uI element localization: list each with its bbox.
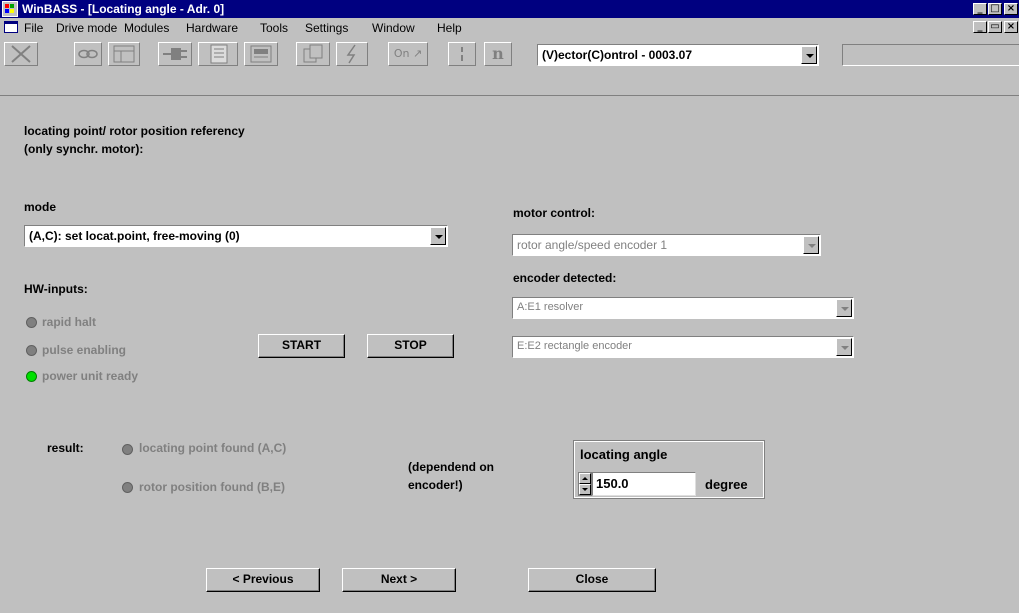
rapid-halt-label: rapid halt (42, 315, 97, 329)
result-label: result: (47, 441, 84, 455)
motor-control-value: rotor angle/speed encoder 1 (517, 238, 668, 252)
encoder-a-select: A:E1 resolver (512, 297, 854, 319)
n-icon[interactable]: n (484, 42, 512, 66)
module-icon[interactable] (108, 42, 140, 66)
separator-icon[interactable] (448, 42, 476, 66)
close-button[interactable]: × (1004, 3, 1018, 15)
hw-inputs-label: HW-inputs: (24, 282, 88, 296)
start-button[interactable]: START (258, 334, 345, 358)
mdi-minimize-button[interactable]: _ (973, 21, 987, 33)
locating-point-found-label: locating point found (A,C) (139, 441, 287, 455)
encoder-e-select: E:E2 rectangle encoder (512, 336, 854, 358)
plug-icon[interactable] (158, 42, 192, 66)
n-label: n (492, 44, 504, 63)
angle-spinner[interactable] (578, 472, 592, 496)
encoder-detected-label: encoder detected: (513, 271, 617, 285)
control-select[interactable]: (V)ector(C)ontrol - 0003.07 (537, 44, 819, 66)
pulse-enabling-indicator-icon (26, 345, 37, 356)
spin-up-icon[interactable] (579, 473, 591, 484)
terminal-icon[interactable] (244, 42, 278, 66)
encoder-e-value: E:E2 rectangle encoder (517, 340, 632, 352)
link-icon[interactable] (74, 42, 102, 66)
locating-point-indicator-icon (122, 444, 133, 455)
rapid-halt-indicator-icon (26, 317, 37, 328)
title-bar: WinBASS - [Locating angle - Adr. 0] _ □ … (0, 0, 1019, 18)
chevron-down-icon (836, 338, 852, 356)
cross-icon[interactable] (4, 42, 38, 66)
close-dialog-button[interactable]: Close (528, 568, 656, 592)
chevron-down-icon (803, 236, 819, 254)
menu-bar: File Drive mode Modules Hardware Tools S… (0, 18, 1019, 38)
toolbar-status-field (842, 44, 1019, 66)
lightning-icon[interactable] (336, 42, 368, 66)
spin-down-icon[interactable] (579, 484, 591, 495)
locating-angle-label: locating angle (580, 447, 668, 462)
chevron-down-icon[interactable] (430, 227, 446, 245)
app-icon[interactable] (2, 1, 18, 17)
on-icon[interactable]: On ↗ (388, 42, 428, 66)
menu-tools[interactable]: Tools (260, 21, 288, 35)
mode-label: mode (24, 200, 57, 214)
encoder-note-line-1: (dependend on (408, 460, 494, 474)
menu-modules[interactable]: Modules (124, 21, 169, 35)
pulse-enabling-label: pulse enabling (42, 343, 127, 357)
rotor-position-indicator-icon (122, 482, 133, 493)
degree-unit-label: degree (705, 477, 748, 492)
copy-icon[interactable] (296, 42, 330, 66)
rotor-position-found-label: rotor position found (B,E) (139, 480, 285, 494)
menu-file[interactable]: File (24, 21, 43, 35)
chevron-down-icon[interactable] (801, 46, 817, 64)
doc-stack-icon[interactable] (198, 42, 238, 66)
on-label: On (393, 47, 410, 60)
window-title: WinBASS - [Locating angle - Adr. 0] (22, 2, 225, 16)
maximize-button[interactable]: □ (988, 3, 1002, 15)
menu-drive-mode[interactable]: Drive mode (56, 21, 117, 35)
power-unit-ready-indicator-icon (26, 371, 37, 382)
chevron-down-icon (836, 299, 852, 317)
mdi-restore-button[interactable]: ▭ (988, 21, 1002, 33)
menu-hardware[interactable]: Hardware (186, 21, 238, 35)
motor-control-label: motor control: (513, 206, 595, 220)
locating-angle-input[interactable]: 150.0 (592, 472, 696, 496)
mode-select[interactable]: (A,C): set locat.point, free-moving (0) (24, 225, 448, 247)
mdi-close-button[interactable]: × (1004, 21, 1018, 33)
document-icon[interactable] (4, 21, 18, 33)
power-unit-ready-label: power unit ready (42, 369, 139, 383)
control-select-value: (V)ector(C)ontrol - 0003.07 (542, 48, 693, 62)
menu-help[interactable]: Help (437, 21, 462, 35)
motor-control-select: rotor angle/speed encoder 1 (512, 234, 821, 256)
previous-button[interactable]: < Previous (206, 568, 320, 592)
heading-line-1: locating point/ rotor position referency (24, 124, 245, 138)
heading-line-2: (only synchr. motor): (24, 142, 144, 156)
mode-select-value: (A,C): set locat.point, free-moving (0) (29, 229, 240, 243)
minimize-button[interactable]: _ (973, 3, 987, 15)
encoder-a-value: A:E1 resolver (517, 301, 584, 313)
toolbar: On ↗ n (V)ector(C)ontrol - 0003.07 (0, 38, 1019, 96)
stop-button[interactable]: STOP (367, 334, 454, 358)
next-button[interactable]: Next > (342, 568, 456, 592)
menu-window[interactable]: Window (372, 21, 415, 35)
encoder-note-line-2: encoder!) (408, 478, 463, 492)
menu-settings[interactable]: Settings (305, 21, 348, 35)
